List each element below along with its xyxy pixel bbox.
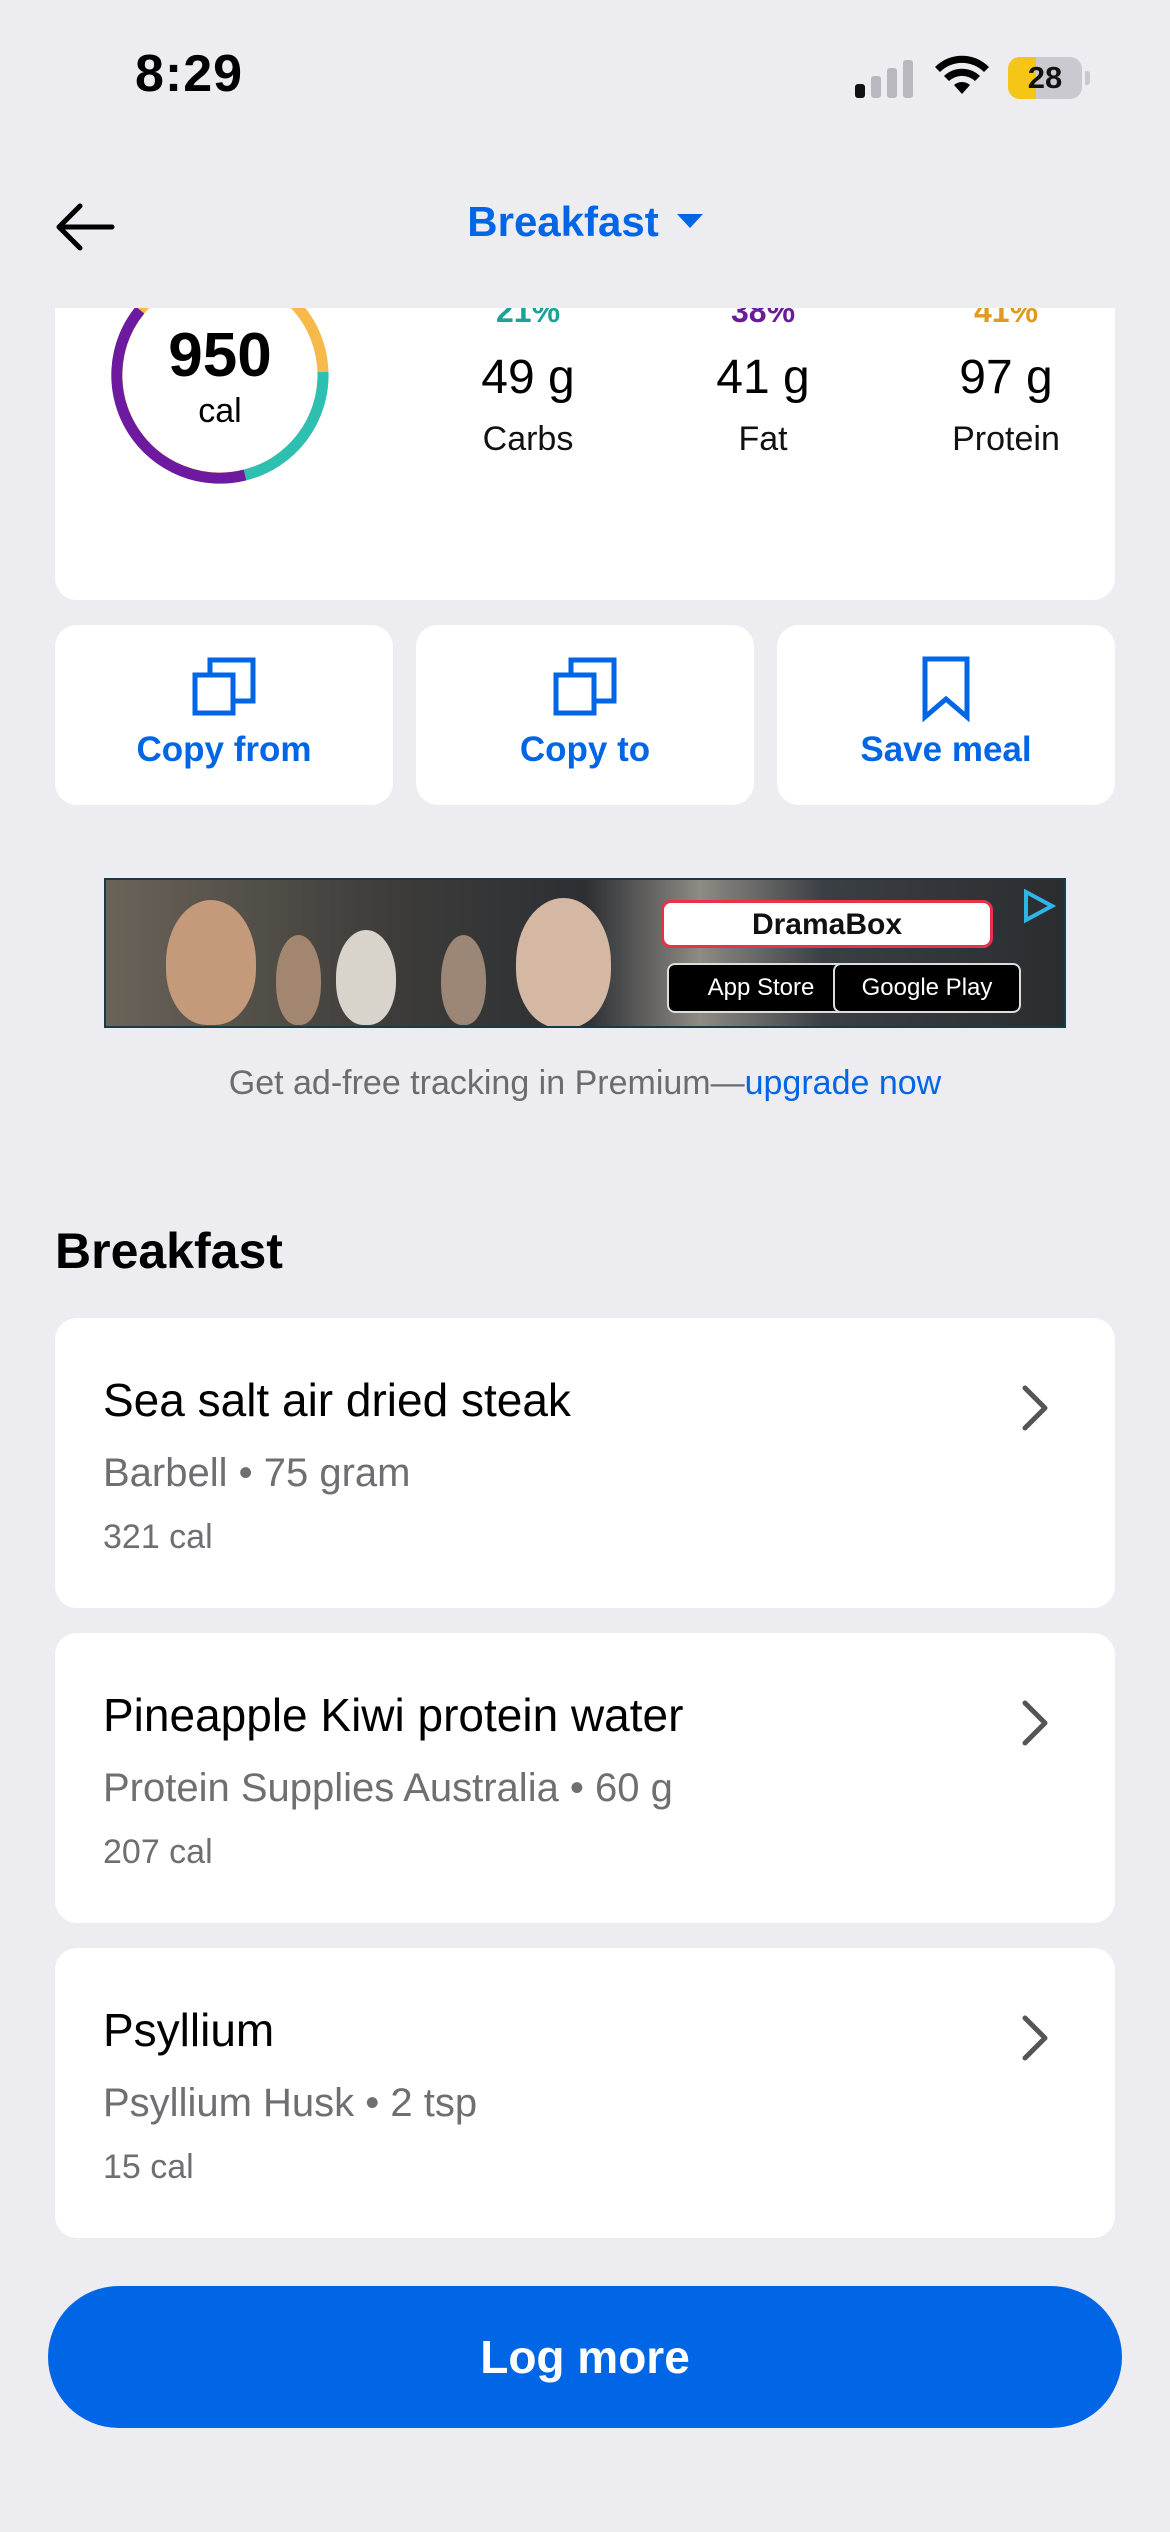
food-item[interactable]: Sea salt air dried steak Barbell • 75 gr… (55, 1318, 1115, 1608)
copy-icon (553, 657, 617, 716)
upgrade-now-link[interactable]: upgrade now (745, 1064, 942, 1102)
copy-to-label: Copy to (519, 730, 651, 769)
food-name: Sea salt air dried steak (103, 1374, 571, 1426)
meal-selector-label: Breakfast (467, 198, 659, 245)
macro-label: Fat (738, 420, 788, 458)
ad-banner[interactable]: DramaBox App Store Google Play (104, 878, 1066, 1028)
premium-text: Get ad-free tracking in Premium— (228, 1064, 745, 1102)
copy-from-label: Copy from (136, 730, 312, 769)
macro-grams: 41 g (716, 351, 810, 404)
chevron-right-icon (1022, 2015, 1048, 2061)
status-bar: 8:29 28 (0, 0, 1170, 150)
ad-image-person (336, 930, 396, 1025)
ad-choices-icon[interactable] (1018, 886, 1058, 926)
battery-icon: 28 (1008, 57, 1090, 99)
cellular-signal-icon (855, 58, 915, 98)
ad-image-person (276, 935, 321, 1025)
macro-label: Protein (952, 420, 1060, 458)
copy-to-button[interactable]: Copy to (416, 625, 754, 805)
food-calories: 15 cal (103, 2148, 194, 2186)
caret-down-icon (676, 214, 703, 228)
ad-brand: DramaBox (661, 900, 993, 948)
wifi-icon (935, 55, 989, 94)
calorie-unit: cal (198, 392, 242, 430)
google-play-badge: Google Play (833, 963, 1021, 1013)
ad-image-person (516, 898, 611, 1026)
section-title: Breakfast (55, 1223, 283, 1279)
macro-grams: 49 g (481, 351, 575, 404)
food-name: Psyllium (103, 2004, 275, 2056)
navigation-bar: Breakfast (0, 150, 1170, 308)
copy-icon (192, 657, 256, 716)
app-store-badge: App Store (667, 963, 855, 1013)
chevron-right-icon (1022, 1700, 1048, 1746)
log-more-button[interactable]: Log more (48, 2286, 1122, 2428)
copy-from-button[interactable]: Copy from (55, 625, 393, 805)
macro-grams: 97 g (959, 351, 1053, 404)
food-name: Pineapple Kiwi protein water (103, 1689, 684, 1741)
food-calories: 321 cal (103, 1518, 213, 1556)
food-meta: Psyllium Husk • 2 tsp (103, 2081, 478, 2125)
chevron-right-icon (1022, 1385, 1048, 1431)
food-meta: Barbell • 75 gram (103, 1451, 411, 1495)
calorie-total: 950 (168, 321, 272, 390)
ad-image-person (441, 935, 486, 1025)
save-meal-button[interactable]: Save meal (777, 625, 1115, 805)
status-time: 8:29 (135, 45, 244, 103)
food-meta: Protein Supplies Australia • 60 g (103, 1766, 673, 1810)
food-calories: 207 cal (103, 1833, 213, 1871)
ad-image-person (166, 900, 256, 1025)
macro-label: Carbs (482, 420, 574, 458)
food-item[interactable]: Pineapple Kiwi protein water Protein Sup… (55, 1633, 1115, 1923)
food-item[interactable]: Psyllium Psyllium Husk • 2 tsp 15 cal (55, 1948, 1115, 2238)
premium-upsell: Get ad-free tracking in Premium—upgrade … (0, 1064, 1170, 1103)
battery-level: 28 (1027, 60, 1063, 95)
save-meal-label: Save meal (860, 730, 1032, 769)
meal-selector-dropdown[interactable]: Breakfast (0, 198, 1170, 246)
bookmark-icon (922, 656, 970, 723)
